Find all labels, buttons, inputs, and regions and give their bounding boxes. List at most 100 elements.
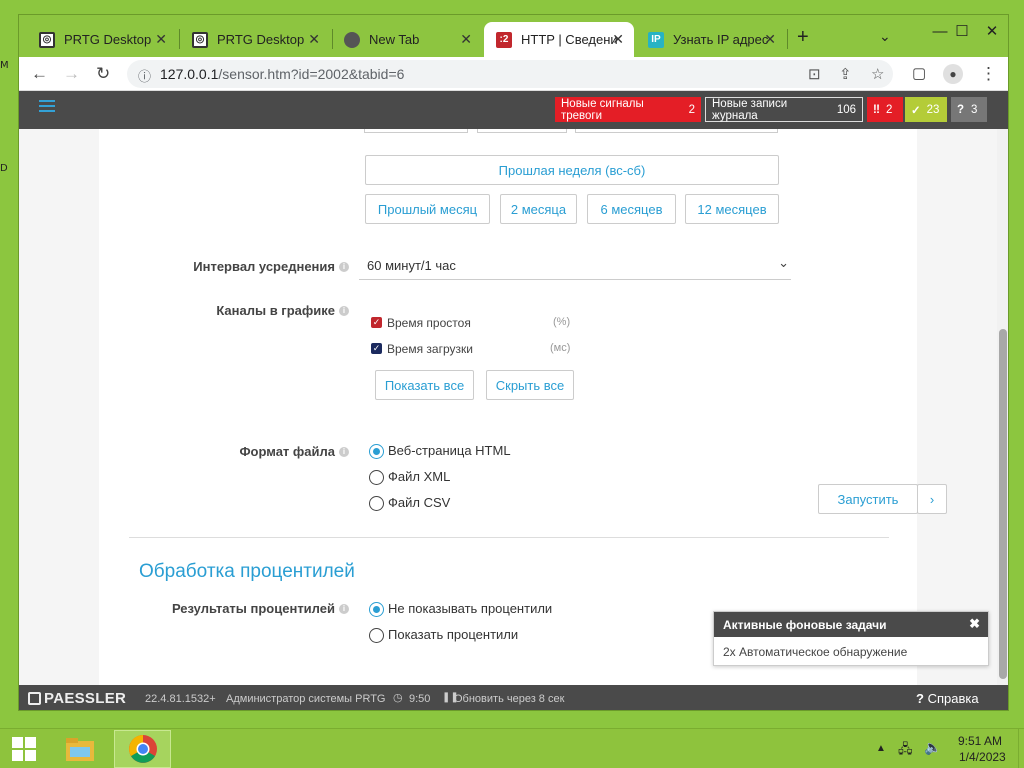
tab-title: HTTP | Сведени (521, 32, 618, 47)
channel-checkbox-loadtime[interactable]: ✓ (371, 343, 382, 354)
desktop-edge-label: D (0, 163, 8, 174)
format-csv-label[interactable]: Файл CSV (388, 495, 450, 510)
network-icon[interactable]: 🖧 (898, 740, 913, 762)
side-panel-icon[interactable]: ▢ (912, 64, 926, 82)
refresh-countdown[interactable]: Обновить через 8 сек (454, 693, 564, 705)
down-sensors-badge[interactable]: ‼ 2 (867, 97, 903, 122)
windows-taskbar: ▲ 🖧 🔈 9:51 AM 1/4/2023 (0, 728, 1024, 768)
close-icon[interactable]: ✖ (969, 616, 980, 632)
prtg-header: Новые сигналы тревоги 2 Новые записи жур… (19, 91, 1008, 129)
user-text[interactable]: Администратор системы PRTG (226, 693, 385, 705)
averaging-interval-select[interactable]: 60 минут/1 час ⌄ (359, 251, 791, 280)
info-icon[interactable]: i (339, 262, 349, 272)
alarm-exclamation-icon: ‼ (873, 103, 880, 116)
format-html-label[interactable]: Веб-страница HTML (388, 443, 511, 458)
desktop-edge-label: M (0, 60, 9, 71)
close-icon[interactable]: ✕ (155, 31, 167, 48)
info-icon[interactable]: i (339, 306, 349, 316)
new-tab-button[interactable]: + (797, 26, 809, 49)
format-html-radio[interactable] (369, 444, 384, 459)
close-window-button[interactable]: ✕ (969, 15, 1008, 47)
notification-title: Активные фоновые задачи (723, 618, 887, 632)
new-alarms-label: Новые сигналы тревоги (561, 97, 644, 122)
averaging-value: 60 минут/1 час (367, 258, 456, 273)
clock-time[interactable]: 9:51 AM (958, 734, 1002, 748)
tab-title: PRTG Desktop (64, 32, 152, 47)
two-months-button[interactable]: 2 месяца (500, 194, 577, 224)
format-xml-radio[interactable] (369, 470, 384, 485)
chevron-down-icon: ⌄ (778, 255, 789, 270)
close-icon[interactable]: ✕ (764, 31, 776, 48)
back-icon[interactable]: ← (31, 64, 48, 84)
url-field[interactable]: ⓘ 127.0.0.1/sensor.htm?id=2002&tabid=6 ⊡… (127, 60, 893, 88)
show-percentiles-label[interactable]: Показать процентили (388, 627, 518, 642)
info-icon[interactable]: ⓘ (138, 66, 151, 85)
report-form-panel: Прошлая неделя (вс-сб) Прошлый месяц 2 м… (99, 129, 947, 685)
show-desktop-button[interactable] (1018, 729, 1024, 768)
browser-window: ◎ PRTG Desktop ✕ ◎ PRTG Desktop ✕ New Ta… (18, 14, 1009, 711)
run-next-button[interactable]: › (917, 484, 947, 514)
new-log-label: Новые записи журнала (712, 97, 788, 122)
volume-icon[interactable]: 🔈 (924, 739, 941, 756)
last-month-button[interactable]: Прошлый месяц (365, 194, 490, 224)
forward-icon[interactable]: → (63, 64, 80, 84)
format-csv-radio[interactable] (369, 496, 384, 511)
no-percentiles-label[interactable]: Не показывать процентили (388, 601, 552, 616)
close-icon[interactable]: ✕ (460, 31, 472, 48)
menu-dots-icon[interactable]: ⋮ (980, 64, 997, 84)
browser-tab-active[interactable]: :2 HTTP | Сведени ✕ (484, 22, 634, 57)
prtg-footer: PAESSLER 22.4.81.1532+ Администратор сис… (19, 685, 1008, 710)
last-week-button[interactable]: Прошлая неделя (вс-сб) (365, 155, 779, 185)
close-icon[interactable]: ✕ (612, 31, 624, 48)
twelve-months-button[interactable]: 12 месяцев (685, 194, 779, 224)
hamburger-menu-icon[interactable] (39, 100, 55, 115)
translate-icon[interactable]: ⊡ (808, 65, 821, 83)
divider (129, 537, 889, 538)
no-percentiles-radio[interactable] (369, 602, 384, 617)
windows-start-icon[interactable] (8, 730, 40, 768)
six-months-button[interactable]: 6 месяцев (587, 194, 676, 224)
channel-checkbox-downtime[interactable]: ✓ (371, 317, 382, 328)
browser-tab[interactable]: New Tab ✕ (332, 22, 482, 57)
chrome-taskbar-icon[interactable] (114, 730, 171, 768)
info-icon[interactable]: i (339, 447, 349, 457)
reload-icon[interactable]: ↻ (96, 64, 110, 84)
check-icon: ✓ (911, 104, 921, 117)
scrollbar[interactable] (997, 129, 1008, 685)
show-percentiles-radio[interactable] (369, 628, 384, 643)
browser-tab[interactable]: IP Узнать IP адрес ✕ (636, 22, 786, 57)
clock-date[interactable]: 1/4/2023 (959, 750, 1006, 764)
ok-sensors-badge[interactable]: ✓ 23 (905, 97, 947, 122)
browser-tab[interactable]: ◎ PRTG Desktop ✕ (180, 22, 330, 57)
tab-strip: ◎ PRTG Desktop ✕ ◎ PRTG Desktop ✕ New Ta… (19, 15, 1008, 57)
profile-avatar-icon[interactable]: ● (943, 64, 963, 84)
run-button[interactable]: Запустить (818, 484, 918, 514)
unknown-sensors-badge[interactable]: ? 3 (951, 97, 987, 122)
close-icon[interactable]: ✕ (308, 31, 320, 48)
tray-chevron-icon[interactable]: ▲ (876, 743, 886, 754)
prtg-sensor-icon: :2 (496, 31, 512, 48)
ip-icon: IP (648, 31, 664, 48)
background-tasks-notification[interactable]: Активные фоновые задачи ✖ 2x Автоматическ… (713, 611, 989, 666)
new-log-entries-badge[interactable]: Новые записи журнала 106 (705, 97, 863, 122)
scrollbar-thumb[interactable] (999, 329, 1007, 679)
file-explorer-icon[interactable] (60, 730, 100, 768)
hide-all-button[interactable]: Скрыть все (486, 370, 574, 400)
format-xml-label[interactable]: Файл XML (388, 469, 450, 484)
percentiles-section-title: Обработка процентилей (139, 561, 355, 582)
channel-name: Время простоя (387, 316, 471, 330)
new-log-count: 106 (836, 103, 856, 116)
channel-unit: (%) (553, 316, 571, 328)
version-text: 22.4.81.1532+ (145, 693, 216, 705)
page-margin-left (19, 129, 99, 685)
help-link[interactable]: ? Справка (916, 691, 979, 706)
info-icon[interactable]: i (339, 604, 349, 614)
url-text[interactable]: 127.0.0.1/sensor.htm?id=2002&tabid=6 (160, 66, 404, 82)
show-all-button[interactable]: Показать все (375, 370, 474, 400)
new-alarms-count: 2 (688, 103, 695, 116)
tab-search-icon[interactable]: ⌄ (879, 28, 891, 45)
new-alarms-badge[interactable]: Новые сигналы тревоги 2 (555, 97, 701, 122)
bookmark-star-icon[interactable]: ☆ (871, 65, 884, 83)
share-icon[interactable]: ⇪ (839, 65, 852, 83)
browser-tab[interactable]: ◎ PRTG Desktop ✕ (27, 22, 177, 57)
